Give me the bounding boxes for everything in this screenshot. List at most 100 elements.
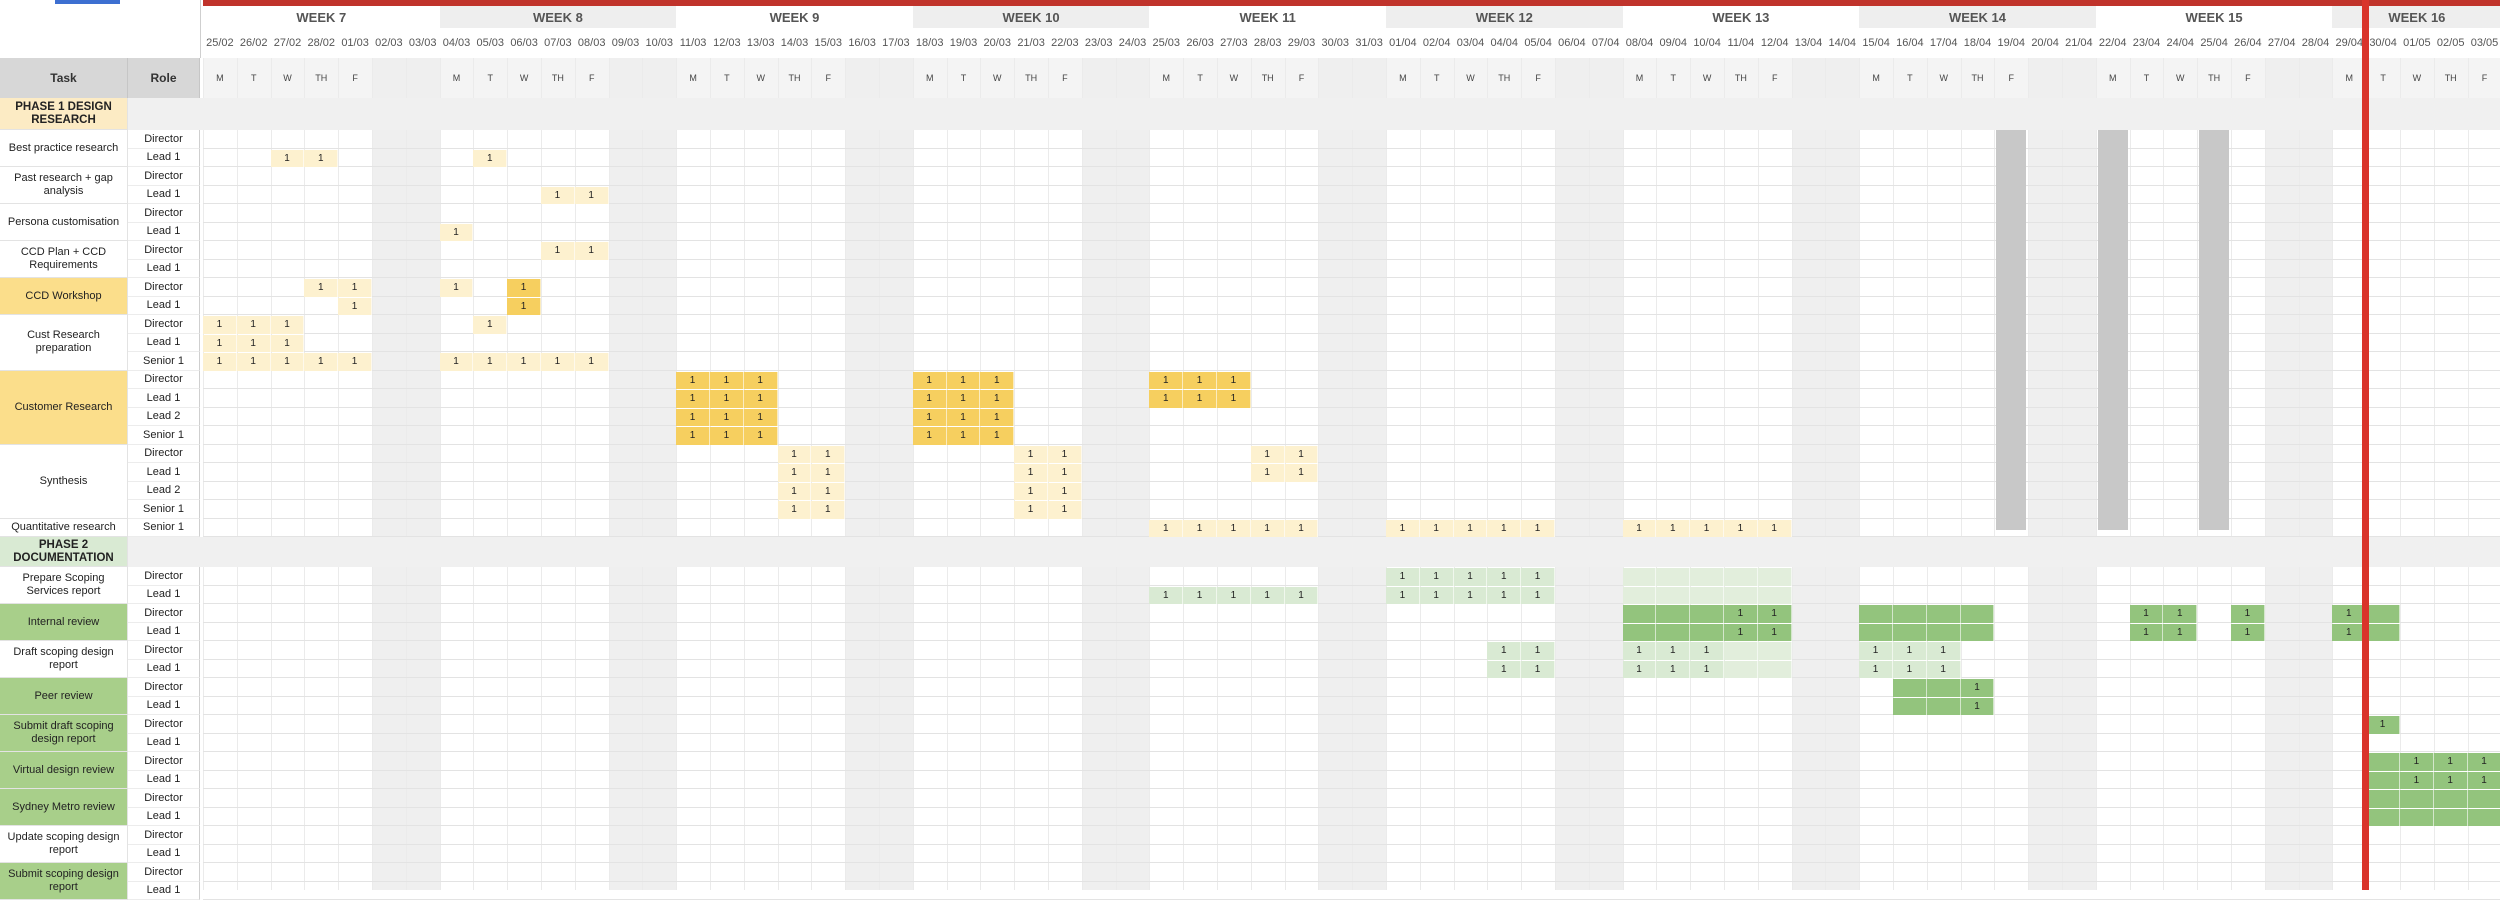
allocation-cell[interactable]: 1 xyxy=(2130,624,2164,642)
allocation-cell[interactable]: 1 xyxy=(1859,642,1893,660)
allocation-cell[interactable]: 1 xyxy=(1623,642,1657,660)
allocation-cell[interactable]: 1 xyxy=(1251,446,1285,464)
allocation-cell[interactable]: 1 xyxy=(338,279,372,297)
allocation-cell[interactable]: 1 xyxy=(1386,520,1420,538)
allocation-cell[interactable]: 1 xyxy=(1285,464,1319,482)
allocation-cell[interactable] xyxy=(1893,624,1927,642)
allocation-cell[interactable]: 1 xyxy=(676,372,710,390)
allocation-cell[interactable]: 1 xyxy=(440,224,474,242)
allocation-cell[interactable]: 1 xyxy=(203,353,237,371)
allocation-cell[interactable]: 1 xyxy=(203,335,237,353)
allocation-cell[interactable]: 1 xyxy=(1521,587,1555,605)
week-label[interactable]: WEEK 7 xyxy=(203,6,440,28)
allocation-cell[interactable] xyxy=(1656,568,1690,586)
allocation-cell[interactable]: 1 xyxy=(2163,605,2197,623)
allocation-cell[interactable]: 1 xyxy=(980,390,1014,408)
allocation-cell[interactable]: 1 xyxy=(1724,520,1758,538)
allocation-cell[interactable]: 1 xyxy=(1656,661,1690,679)
allocation-cell[interactable] xyxy=(1927,679,1961,697)
allocation-cell[interactable]: 1 xyxy=(1656,520,1690,538)
allocation-cell[interactable]: 1 xyxy=(1014,483,1048,501)
allocation-cell[interactable] xyxy=(1859,624,1893,642)
allocation-cell[interactable] xyxy=(1927,624,1961,642)
allocation-cell[interactable]: 1 xyxy=(338,353,372,371)
allocation-cell[interactable] xyxy=(2400,790,2434,808)
allocation-cell[interactable]: 1 xyxy=(744,427,778,445)
allocation-cell[interactable]: 1 xyxy=(2434,772,2468,790)
allocation-cell[interactable]: 1 xyxy=(1893,661,1927,679)
allocation-cell[interactable]: 1 xyxy=(980,372,1014,390)
phase-label[interactable]: PHASE 2 DOCUMENTATION xyxy=(0,537,128,567)
allocation-cell[interactable]: 1 xyxy=(338,298,372,316)
allocation-cell[interactable]: 1 xyxy=(1454,587,1488,605)
allocation-cell[interactable] xyxy=(2468,809,2500,827)
allocation-cell[interactable]: 1 xyxy=(271,150,305,168)
allocation-cell[interactable]: 1 xyxy=(947,409,981,427)
task-label[interactable]: Sydney Metro review xyxy=(0,789,128,826)
allocation-cell[interactable]: 1 xyxy=(811,483,845,501)
allocation-cell[interactable]: 1 xyxy=(778,446,812,464)
allocation-cell[interactable]: 1 xyxy=(1217,587,1251,605)
allocation-cell[interactable] xyxy=(2434,790,2468,808)
task-label[interactable]: Synthesis xyxy=(0,445,128,519)
week-label[interactable]: WEEK 8 xyxy=(440,6,677,28)
week-label[interactable]: WEEK 16 xyxy=(2332,6,2500,28)
allocation-cell[interactable] xyxy=(1690,568,1724,586)
allocation-cell[interactable]: 1 xyxy=(1521,520,1555,538)
task-label[interactable]: Persona customisation xyxy=(0,204,128,241)
week-label[interactable]: WEEK 12 xyxy=(1386,6,1623,28)
allocation-cell[interactable] xyxy=(1859,605,1893,623)
task-column-header[interactable]: Task xyxy=(0,58,128,98)
allocation-cell[interactable]: 1 xyxy=(2468,753,2500,771)
allocation-cell[interactable]: 1 xyxy=(1149,520,1183,538)
allocation-cell[interactable] xyxy=(1927,698,1961,716)
allocation-cell[interactable]: 1 xyxy=(744,390,778,408)
allocation-cell[interactable]: 1 xyxy=(1690,520,1724,538)
allocation-cell[interactable]: 1 xyxy=(1623,661,1657,679)
allocation-cell[interactable]: 1 xyxy=(744,372,778,390)
allocation-cell[interactable]: 1 xyxy=(237,353,271,371)
allocation-cell[interactable] xyxy=(1758,587,1792,605)
allocation-cell[interactable]: 1 xyxy=(1149,587,1183,605)
phase-label[interactable]: PHASE 1 DESIGN RESEARCH xyxy=(0,98,128,130)
allocation-cell[interactable] xyxy=(2400,809,2434,827)
allocation-cell[interactable]: 1 xyxy=(676,390,710,408)
week-label[interactable]: WEEK 15 xyxy=(2096,6,2333,28)
allocation-cell[interactable] xyxy=(1623,568,1657,586)
allocation-cell[interactable]: 1 xyxy=(811,464,845,482)
allocation-cell[interactable]: 1 xyxy=(1285,446,1319,464)
allocation-cell[interactable]: 1 xyxy=(1285,587,1319,605)
allocation-cell[interactable]: 1 xyxy=(2332,624,2366,642)
allocation-cell[interactable]: 1 xyxy=(2231,605,2265,623)
allocation-cell[interactable]: 1 xyxy=(1149,372,1183,390)
allocation-cell[interactable]: 1 xyxy=(1724,624,1758,642)
allocation-cell[interactable] xyxy=(1758,568,1792,586)
allocation-cell[interactable]: 1 xyxy=(1690,661,1724,679)
allocation-cell[interactable]: 1 xyxy=(1048,446,1082,464)
allocation-cell[interactable]: 1 xyxy=(1487,568,1521,586)
allocation-cell[interactable] xyxy=(1961,624,1995,642)
allocation-cell[interactable]: 1 xyxy=(2163,624,2197,642)
allocation-cell[interactable]: 1 xyxy=(1690,642,1724,660)
allocation-cell[interactable]: 1 xyxy=(1386,587,1420,605)
allocation-cell[interactable]: 1 xyxy=(507,353,541,371)
allocation-cell[interactable]: 1 xyxy=(947,390,981,408)
allocation-cell[interactable]: 1 xyxy=(710,409,744,427)
allocation-cell[interactable]: 1 xyxy=(2130,605,2164,623)
allocation-cell[interactable] xyxy=(1724,587,1758,605)
task-label[interactable]: Draft scoping design report xyxy=(0,641,128,678)
allocation-cell[interactable]: 1 xyxy=(304,150,338,168)
allocation-cell[interactable]: 1 xyxy=(913,427,947,445)
allocation-cell[interactable]: 1 xyxy=(811,501,845,519)
allocation-cell[interactable]: 1 xyxy=(710,372,744,390)
allocation-cell[interactable]: 1 xyxy=(1183,390,1217,408)
allocation-cell[interactable]: 1 xyxy=(1251,464,1285,482)
allocation-cell[interactable]: 1 xyxy=(1183,372,1217,390)
allocation-cell[interactable] xyxy=(1623,587,1657,605)
allocation-cell[interactable]: 1 xyxy=(507,298,541,316)
week-label[interactable]: WEEK 14 xyxy=(1859,6,2096,28)
task-label[interactable]: Virtual design review xyxy=(0,752,128,789)
allocation-cell[interactable] xyxy=(1893,698,1927,716)
allocation-cell[interactable]: 1 xyxy=(271,335,305,353)
allocation-cell[interactable]: 1 xyxy=(1014,501,1048,519)
